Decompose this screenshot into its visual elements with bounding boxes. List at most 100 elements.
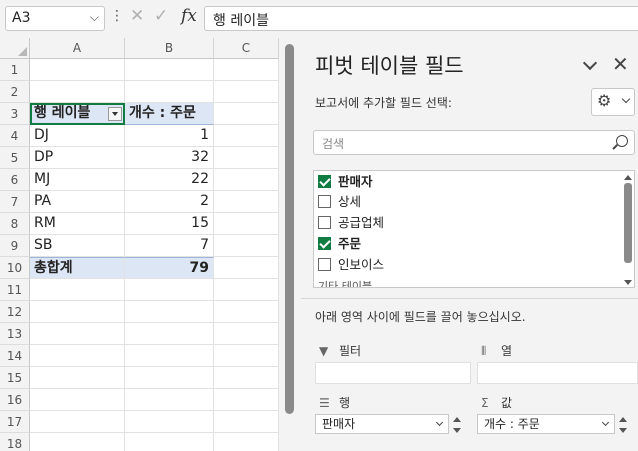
grand-total-value[interactable]: 79 — [125, 257, 214, 279]
cell[interactable] — [214, 279, 279, 301]
row-header[interactable]: 18 — [0, 433, 30, 451]
close-icon[interactable]: ✕ — [612, 52, 629, 76]
more-tables-link[interactable]: 기타 테이블... — [318, 277, 383, 287]
row-header[interactable]: 2 — [0, 81, 30, 103]
cell[interactable] — [214, 235, 279, 257]
pivot-item-value[interactable]: 2 — [125, 191, 214, 213]
scrollbar-thumb[interactable] — [624, 183, 632, 263]
row-header[interactable]: 6 — [0, 169, 30, 191]
cell[interactable] — [214, 389, 279, 411]
cell[interactable] — [125, 301, 214, 323]
row-header[interactable]: 14 — [0, 345, 30, 367]
vertical-scrollbar[interactable] — [279, 38, 301, 451]
row-header[interactable]: 7 — [0, 191, 30, 213]
chevron-down-icon[interactable] — [435, 418, 444, 427]
scroll-down-icon[interactable] — [453, 428, 461, 433]
row-header[interactable]: 11 — [0, 279, 30, 301]
scroll-up-icon[interactable] — [624, 175, 632, 180]
cell[interactable] — [30, 411, 125, 433]
cell[interactable] — [30, 59, 125, 81]
field-search-input[interactable]: 검색 — [313, 130, 635, 155]
select-all-corner[interactable] — [0, 38, 30, 59]
cell[interactable] — [125, 389, 214, 411]
search-icon[interactable] — [616, 135, 628, 147]
grand-total-label[interactable]: 총합계 — [30, 257, 125, 279]
cell[interactable] — [214, 345, 279, 367]
name-box[interactable]: A3 ⌵ — [5, 6, 105, 31]
scroll-up-icon[interactable] — [619, 417, 627, 422]
field-item-invoice[interactable]: 인보이스 — [318, 255, 384, 275]
pivot-item-label[interactable]: RM — [30, 213, 125, 235]
cell[interactable] — [214, 323, 279, 345]
row-header[interactable]: 9 — [0, 235, 30, 257]
checkbox[interactable] — [318, 216, 331, 229]
filters-drop-zone[interactable] — [315, 362, 471, 384]
cell[interactable] — [125, 367, 214, 389]
row-header[interactable]: 12 — [0, 301, 30, 323]
scroll-up-icon[interactable] — [453, 417, 461, 422]
cell[interactable] — [214, 433, 279, 451]
chevron-down-icon[interactable] — [601, 418, 610, 427]
cell[interactable] — [30, 301, 125, 323]
row-header[interactable]: 5 — [0, 147, 30, 169]
column-header-c[interactable]: C — [214, 38, 279, 59]
field-list-scrollbar[interactable] — [624, 175, 632, 285]
scrollbar-thumb[interactable] — [285, 44, 294, 414]
row-header[interactable]: 10 — [0, 257, 30, 279]
cell[interactable] — [125, 323, 214, 345]
row-header[interactable]: 17 — [0, 411, 30, 433]
cell[interactable] — [214, 125, 279, 147]
cell[interactable] — [214, 59, 279, 81]
cell[interactable] — [214, 367, 279, 389]
pivot-item-value[interactable]: 22 — [125, 169, 214, 191]
pivot-item-value[interactable]: 1 — [125, 125, 214, 147]
pill-scroll[interactable] — [452, 415, 462, 435]
cell[interactable] — [125, 345, 214, 367]
row-header[interactable]: 16 — [0, 389, 30, 411]
checkbox[interactable] — [318, 175, 331, 188]
pivot-item-label[interactable]: PA — [30, 191, 125, 213]
field-item-order[interactable]: 주문 — [318, 234, 361, 254]
columns-drop-zone[interactable] — [477, 362, 638, 384]
cell[interactable] — [125, 433, 214, 451]
pivot-item-value[interactable]: 7 — [125, 235, 214, 257]
cell[interactable] — [214, 411, 279, 433]
cell[interactable] — [30, 345, 125, 367]
rows-field-pill[interactable]: 판매자 — [315, 414, 461, 434]
filter-dropdown-icon[interactable] — [108, 107, 122, 121]
cell[interactable] — [214, 147, 279, 169]
cell[interactable] — [125, 59, 214, 81]
more-icon[interactable]: ⋮ — [110, 8, 124, 24]
pill-scroll[interactable] — [618, 415, 628, 435]
pivot-item-value[interactable]: 32 — [125, 147, 214, 169]
cell[interactable] — [214, 191, 279, 213]
cell[interactable] — [214, 81, 279, 103]
row-header[interactable]: 3 — [0, 103, 30, 125]
formula-input[interactable]: 행 레이블 — [204, 6, 638, 31]
pivot-item-label[interactable]: MJ — [30, 169, 125, 191]
cell[interactable] — [30, 323, 125, 345]
pivot-item-value[interactable]: 15 — [125, 213, 214, 235]
cancel-icon[interactable]: ✕ — [130, 6, 144, 26]
pivot-item-label[interactable]: SB — [30, 235, 125, 257]
cell[interactable] — [30, 279, 125, 301]
pivot-row-labels-cell[interactable]: 행 레이블 — [30, 103, 125, 125]
chevron-down-icon[interactable]: ⌵ — [90, 10, 99, 25]
cell[interactable] — [214, 301, 279, 323]
cell[interactable] — [125, 411, 214, 433]
cell[interactable] — [30, 389, 125, 411]
chevron-down-icon[interactable] — [582, 55, 598, 71]
field-item-detail[interactable]: 상세 — [318, 192, 361, 212]
cell[interactable] — [30, 433, 125, 451]
cell[interactable] — [125, 279, 214, 301]
checkbox[interactable] — [318, 195, 331, 208]
row-header[interactable]: 1 — [0, 59, 30, 81]
pivot-value-header-cell[interactable]: 개수 : 주문 — [125, 103, 214, 125]
row-header[interactable]: 4 — [0, 125, 30, 147]
row-header[interactable]: 15 — [0, 367, 30, 389]
pivot-item-label[interactable]: DJ — [30, 125, 125, 147]
scroll-down-icon[interactable] — [624, 280, 632, 285]
check-icon[interactable]: ✓ — [154, 6, 168, 26]
checkbox[interactable] — [318, 237, 331, 250]
cell[interactable] — [214, 169, 279, 191]
